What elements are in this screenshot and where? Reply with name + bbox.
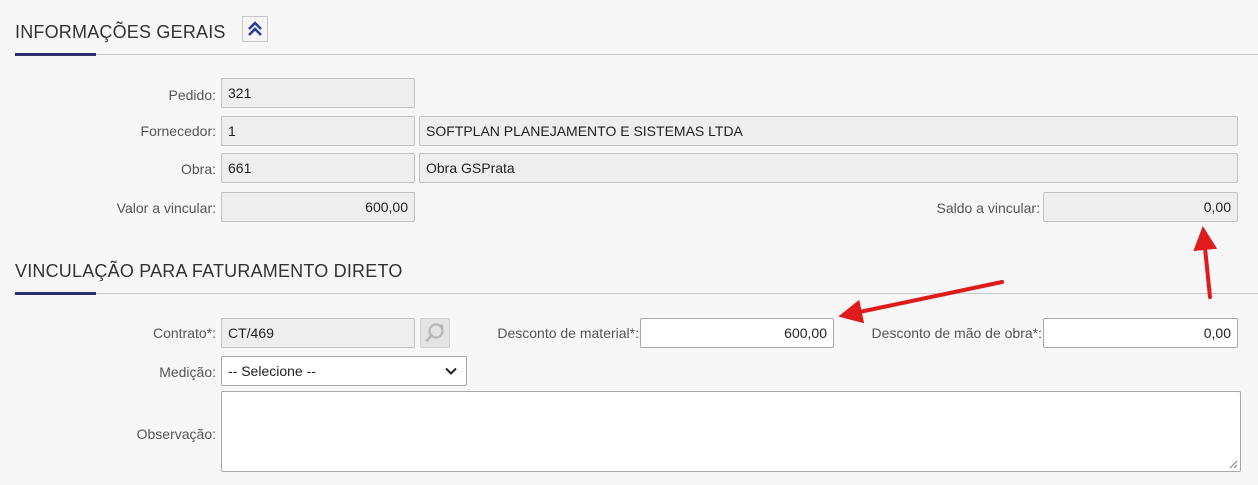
general-info-title: INFORMAÇÕES GERAIS (15, 22, 226, 42)
fornecedor-name-field[interactable]: SOFTPLAN PLANEJAMENTO E SISTEMAS LTDA (419, 116, 1238, 146)
observacao-textarea[interactable] (221, 391, 1241, 472)
chevron-down-icon (445, 367, 457, 375)
section-accent-underline (15, 53, 96, 56)
pedido-field[interactable]: 321 (221, 78, 415, 108)
medicao-select[interactable]: -- Selecione -- (221, 356, 467, 386)
valor-vincular-label: Valor a vincular: (116, 200, 216, 216)
obra-name-field[interactable]: Obra GSPrata (419, 153, 1238, 183)
medicao-selected-value: -- Selecione -- (228, 363, 316, 379)
saldo-vincular-label: Saldo a vincular: (936, 200, 1040, 216)
pedido-label: Pedido: (168, 87, 216, 103)
saldo-vincular-field[interactable]: 0,00 (1043, 192, 1238, 222)
fornecedor-code-field[interactable]: 1 (221, 116, 415, 146)
search-refresh-icon (425, 323, 444, 342)
vinculacao-header: VINCULAÇÃO PARA FATURAMENTO DIRETO (15, 253, 1258, 295)
fornecedor-label: Fornecedor: (140, 123, 216, 139)
chevrons-up-icon (248, 21, 262, 36)
obra-code-field[interactable]: 661 (221, 153, 415, 183)
resize-handle-icon[interactable] (1228, 459, 1238, 469)
desconto-material-label: Desconto de material*: (497, 325, 639, 341)
vinculacao-title: VINCULAÇÃO PARA FATURAMENTO DIRETO (15, 261, 403, 281)
desconto-mao-obra-label: Desconto de mão de obra*: (871, 325, 1042, 341)
section-accent-underline (15, 292, 96, 295)
observacao-label: Observação: (136, 426, 216, 442)
contrato-label: Contrato*: (152, 325, 216, 341)
collapse-section-button[interactable] (242, 16, 268, 42)
obra-label: Obra: (180, 161, 216, 177)
desconto-mao-obra-input[interactable]: 0,00 (1043, 318, 1238, 348)
medicao-label: Medição: (159, 364, 216, 380)
desconto-material-input[interactable]: 600,00 (640, 318, 834, 348)
contrato-field[interactable]: CT/469 (221, 318, 415, 348)
general-info-header: INFORMAÇÕES GERAIS (15, 14, 1258, 56)
valor-vincular-field[interactable]: 600,00 (221, 192, 415, 222)
contrato-search-button[interactable] (420, 318, 450, 348)
